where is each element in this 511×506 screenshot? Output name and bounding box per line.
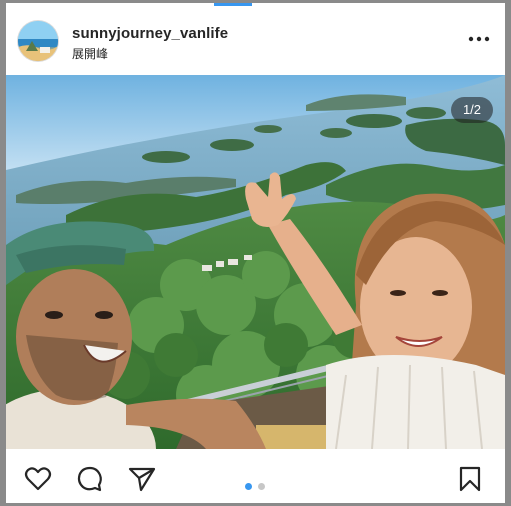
location-label[interactable]: 展開峰 [72, 45, 108, 62]
more-options-button[interactable] [467, 29, 491, 49]
share-button[interactable] [128, 465, 156, 493]
comment-bubble-icon [77, 466, 102, 492]
action-bar [6, 449, 505, 503]
bookmark-icon [459, 466, 481, 492]
avatar[interactable] [18, 21, 58, 61]
more-horizontal-icon [468, 36, 490, 42]
post-header: sunnyjourney_vanlife 展開峰 [6, 3, 505, 75]
carousel-dot [258, 483, 266, 490]
save-button[interactable] [456, 465, 484, 493]
heart-icon [24, 467, 52, 491]
carousel-dot-active [245, 483, 252, 490]
comment-button[interactable] [76, 465, 104, 493]
like-button[interactable] [24, 465, 52, 493]
media-counter: 1/2 [451, 97, 493, 123]
paper-plane-icon [128, 467, 156, 492]
carousel-indicator [244, 477, 266, 490]
post-photo[interactable]: 1/2 [6, 75, 505, 449]
selfie-landscape-image [6, 75, 505, 449]
username[interactable]: sunnyjourney_vanlife [72, 25, 228, 42]
post-card: sunnyjourney_vanlife 展開峰 1/2 [6, 3, 505, 503]
avatar-image [18, 21, 58, 61]
